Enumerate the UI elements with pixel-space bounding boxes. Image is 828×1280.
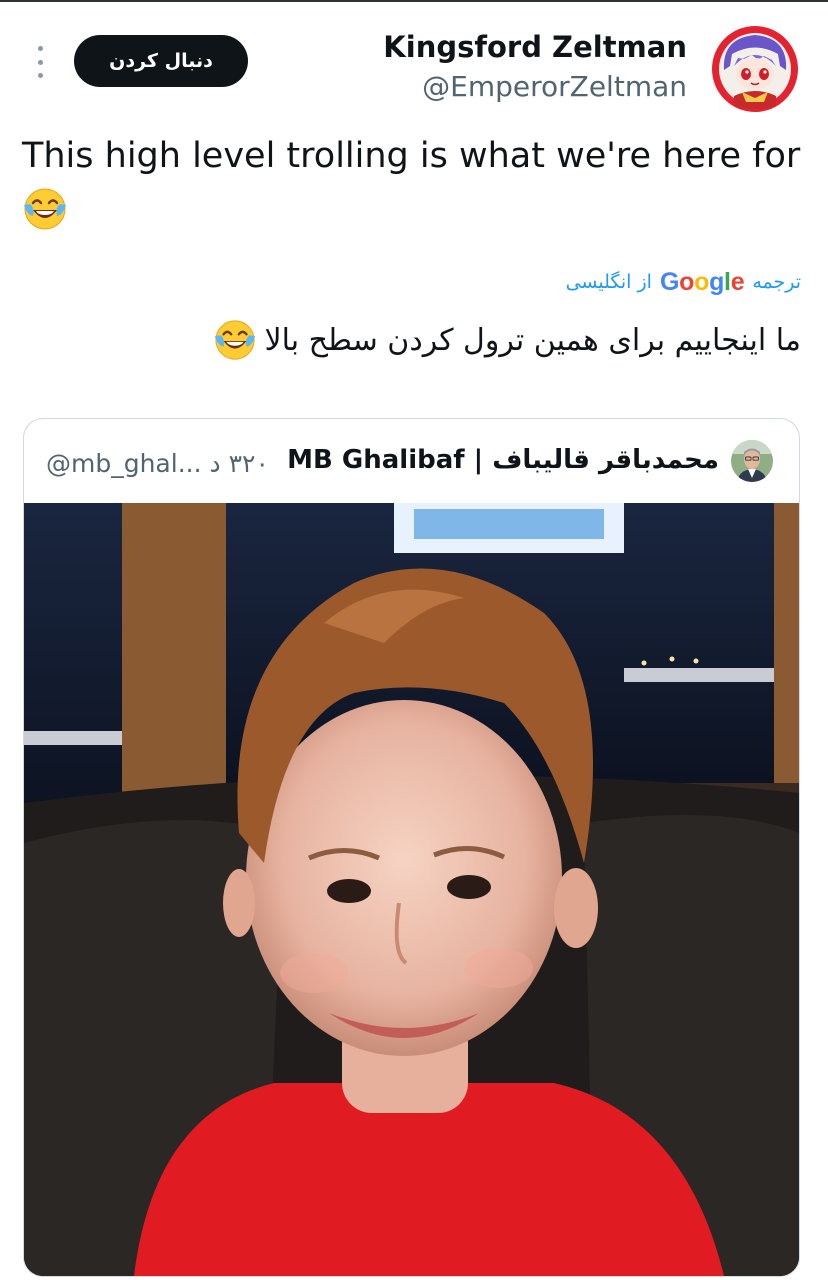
translation-attribution[interactable]: ترجمه Google از انگلیسی bbox=[566, 262, 801, 302]
quoted-tweet-card[interactable]: محمدباقر قالیباف | MB Ghalibaf @mb_ghal.… bbox=[23, 418, 800, 1277]
translate-label[interactable]: ترجمه bbox=[752, 271, 801, 293]
quoted-tweet-timestamp: ۳۲۰ د bbox=[209, 449, 269, 478]
tweet-text: This high level trolling is what we're h… bbox=[22, 136, 801, 176]
google-logo: Google bbox=[659, 267, 745, 296]
face-with-tears-of-joy-icon bbox=[24, 188, 66, 230]
author-handle[interactable]: @EmperorZeltman bbox=[422, 70, 687, 103]
translated-text-line: ما اینجاییم برای همین ترول کردن سطح بالا bbox=[213, 318, 801, 362]
author-avatar[interactable] bbox=[712, 26, 798, 112]
quoted-author-handle-and-time[interactable]: @mb_ghal... ۳۲۰ د bbox=[46, 449, 269, 478]
quoted-author-avatar[interactable] bbox=[731, 440, 773, 482]
quoted-author-name[interactable]: محمدباقر قالیباف | MB Ghalibaf bbox=[287, 445, 719, 475]
face-with-tears-of-joy-icon bbox=[214, 320, 255, 360]
author-name[interactable]: Kingsford Zeltman bbox=[383, 30, 687, 64]
quoted-tweet-photo[interactable] bbox=[24, 503, 799, 1276]
follow-button[interactable]: دنبال کردن bbox=[74, 35, 248, 87]
quoted-tweet-header: محمدباقر قالیباف | MB Ghalibaf @mb_ghal.… bbox=[24, 419, 799, 503]
translated-text: ما اینجاییم برای همین ترول کردن سطح بالا bbox=[264, 322, 801, 358]
translate-source-language: از انگلیسی bbox=[565, 271, 652, 293]
more-options-icon[interactable] bbox=[32, 46, 48, 78]
quoted-author-handle[interactable]: @mb_ghal... bbox=[46, 449, 202, 478]
top-divider bbox=[0, 0, 828, 2]
